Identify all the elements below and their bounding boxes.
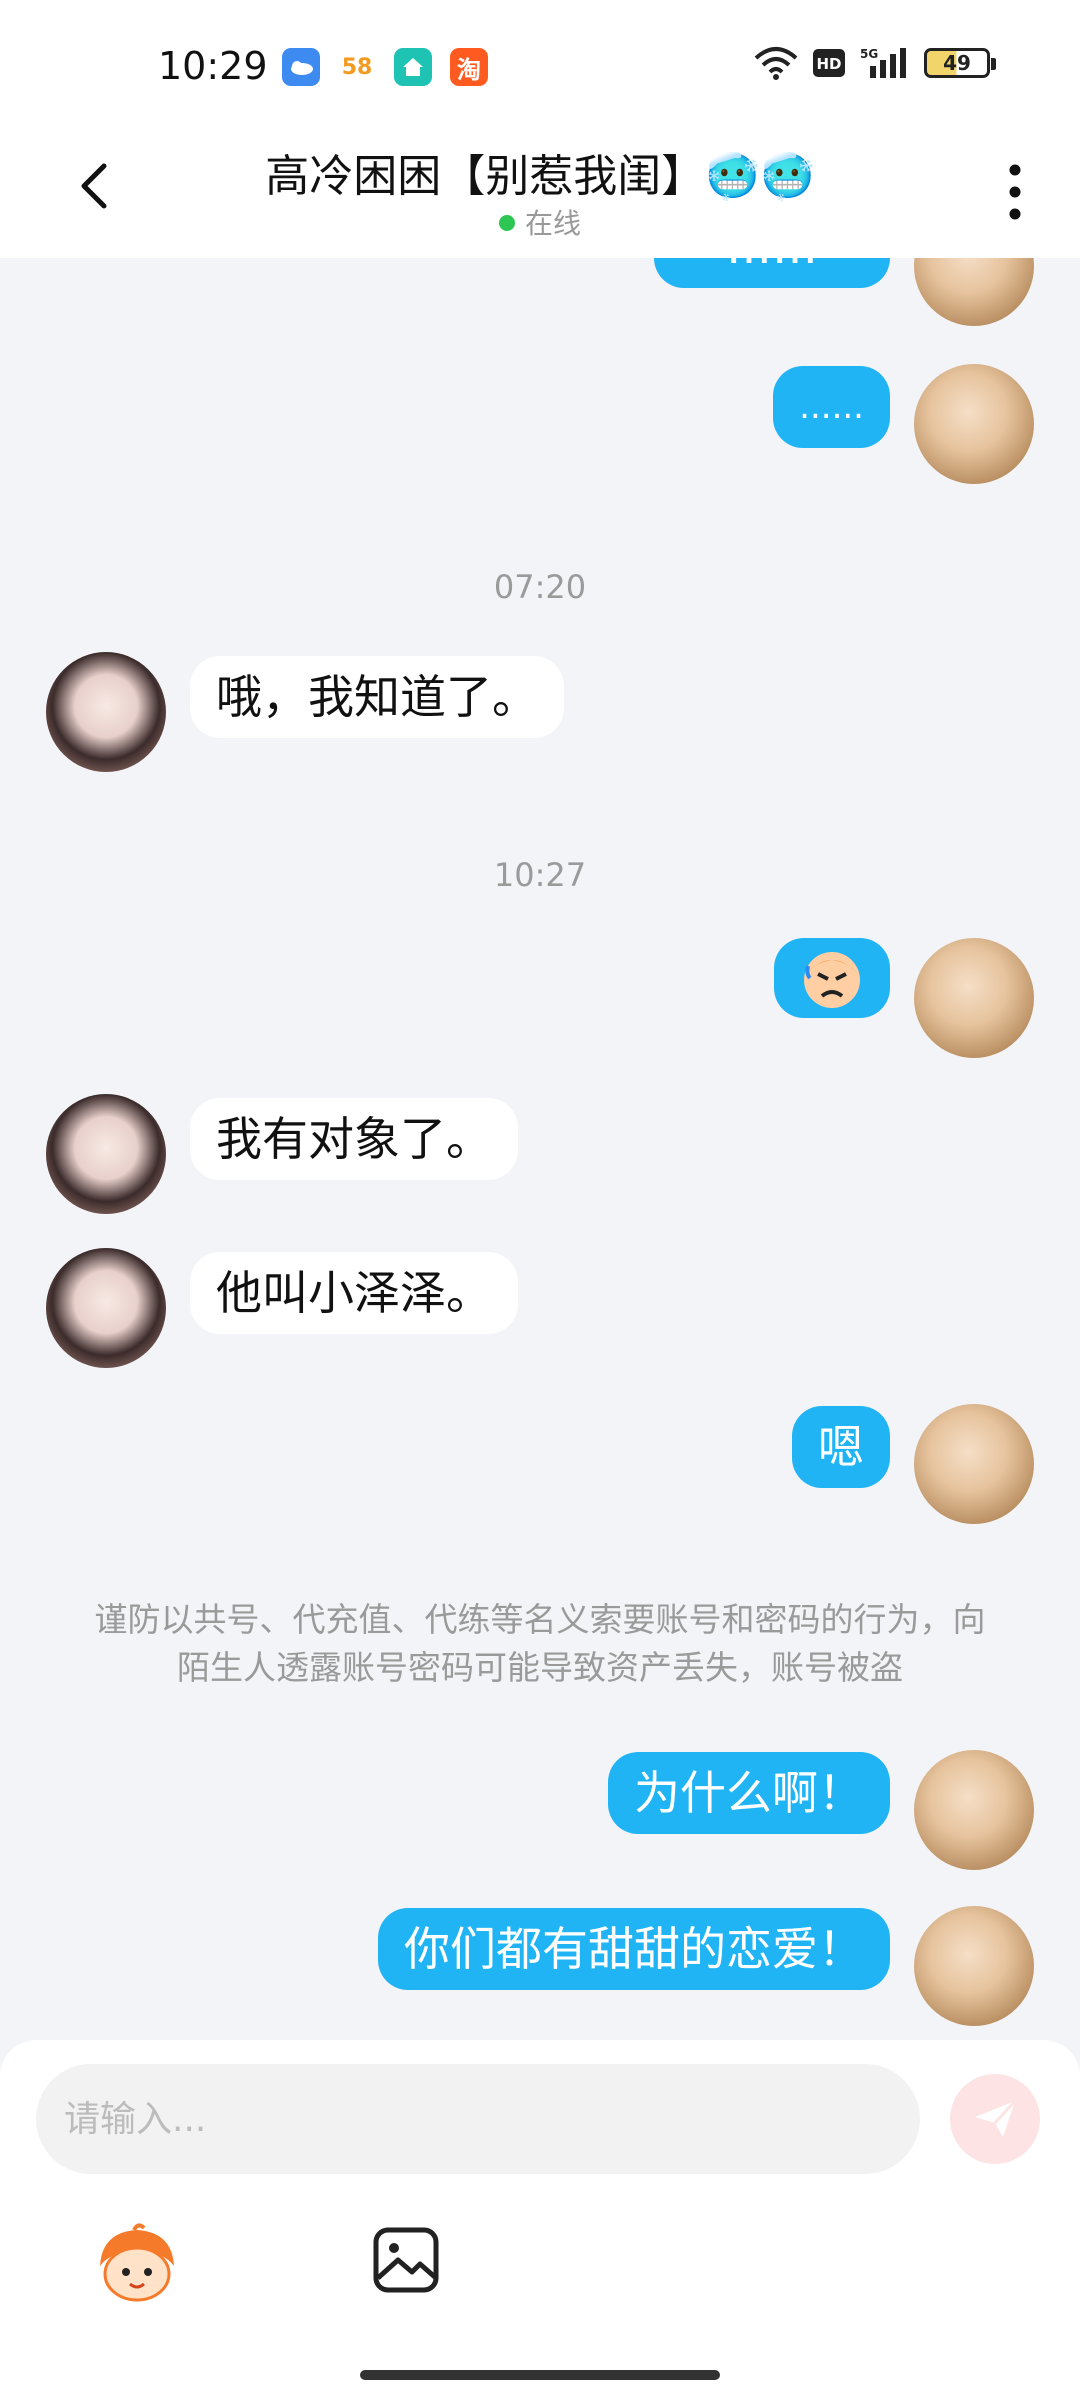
home-app-icon: [394, 48, 432, 86]
more-options-button[interactable]: [1000, 160, 1030, 224]
image-button[interactable]: [372, 2226, 440, 2294]
message-row-me: 为什么啊！: [608, 1750, 1034, 1870]
signal-5g-icon: 5G: [860, 47, 906, 78]
contact-avatar[interactable]: [46, 652, 166, 772]
message-row-me: ……: [654, 258, 1034, 326]
contact-name: 高冷困困【别惹我闺】🥶🥶: [265, 151, 815, 202]
message-bubble-me[interactable]: ......: [773, 366, 890, 448]
send-button[interactable]: [950, 2074, 1040, 2164]
my-avatar[interactable]: [914, 1404, 1034, 1524]
message-bubble-me[interactable]: 嗯: [792, 1406, 890, 1488]
angry-face-sticker-icon: [804, 952, 860, 1008]
message-list[interactable]: …… ...... 07:20 哦，我知道了。 10:27 我有对象了。 他叫小…: [0, 258, 1080, 2040]
weather-icon: [282, 48, 320, 86]
notification-icons: 58 淘: [282, 48, 488, 86]
contact-avatar[interactable]: [46, 1248, 166, 1368]
svg-text:5G: 5G: [860, 47, 878, 61]
status-time: 10:29: [158, 44, 268, 88]
online-status-text: 在线: [524, 207, 581, 240]
hd-icon: HD: [813, 49, 845, 77]
home-indicator[interactable]: [360, 2370, 720, 2380]
online-dot-icon: [498, 215, 515, 231]
security-notice: 谨防以共号、代充值、代练等名义索要账号和密码的行为，向陌生人透露账号密码可能导致…: [94, 1600, 986, 1687]
message-row-her: 哦，我知道了。: [46, 652, 564, 772]
input-panel: [0, 2040, 1080, 2400]
wifi-icon: [754, 47, 798, 80]
contact-avatar[interactable]: [46, 1094, 166, 1214]
chat-header: 高冷困困【别惹我闺】🥶🥶 在线: [0, 130, 1080, 258]
message-bubble-her[interactable]: 我有对象了。: [190, 1098, 518, 1180]
image-icon: [373, 2227, 439, 2293]
timestamp: 07:20: [493, 568, 587, 606]
timestamp: 10:27: [493, 856, 587, 894]
message-row-me: 你们都有甜甜的恋爱！: [378, 1906, 1034, 2026]
battery-indicator: 49: [924, 48, 996, 78]
message-row-me: [774, 938, 1034, 1058]
my-avatar[interactable]: [914, 364, 1034, 484]
status-bar: 10:29 58 淘 HD 5G 49: [0, 0, 1080, 130]
my-avatar[interactable]: [914, 258, 1034, 326]
send-icon: [975, 2099, 1017, 2137]
message-row-me: 嗯: [792, 1404, 1034, 1524]
message-bubble-me[interactable]: ……: [654, 258, 890, 288]
message-bubble-me[interactable]: 为什么啊！: [608, 1752, 890, 1834]
58-icon: 58: [338, 48, 376, 86]
svg-text:HD: HD: [816, 55, 841, 73]
mascot-face-icon: [100, 2223, 174, 2302]
sticker-button[interactable]: [94, 2222, 180, 2308]
taobao-icon: 淘: [450, 48, 488, 86]
my-avatar[interactable]: [914, 1750, 1034, 1870]
message-row-her: 我有对象了。: [46, 1094, 518, 1214]
sticker-bubble-me[interactable]: [774, 938, 890, 1018]
my-avatar[interactable]: [914, 938, 1034, 1058]
system-icons: HD 5G 49: [754, 46, 996, 80]
more-vertical-icon: [1009, 164, 1021, 220]
message-bubble-her[interactable]: 哦，我知道了。: [190, 656, 564, 738]
my-avatar[interactable]: [914, 1906, 1034, 2026]
message-row-her: 他叫小泽泽。: [46, 1248, 518, 1368]
online-status: 在线: [0, 202, 1080, 242]
message-input[interactable]: [36, 2064, 920, 2174]
message-row-me: ......: [773, 364, 1034, 484]
message-bubble-her[interactable]: 他叫小泽泽。: [190, 1252, 518, 1334]
message-bubble-me[interactable]: 你们都有甜甜的恋爱！: [378, 1908, 890, 1990]
